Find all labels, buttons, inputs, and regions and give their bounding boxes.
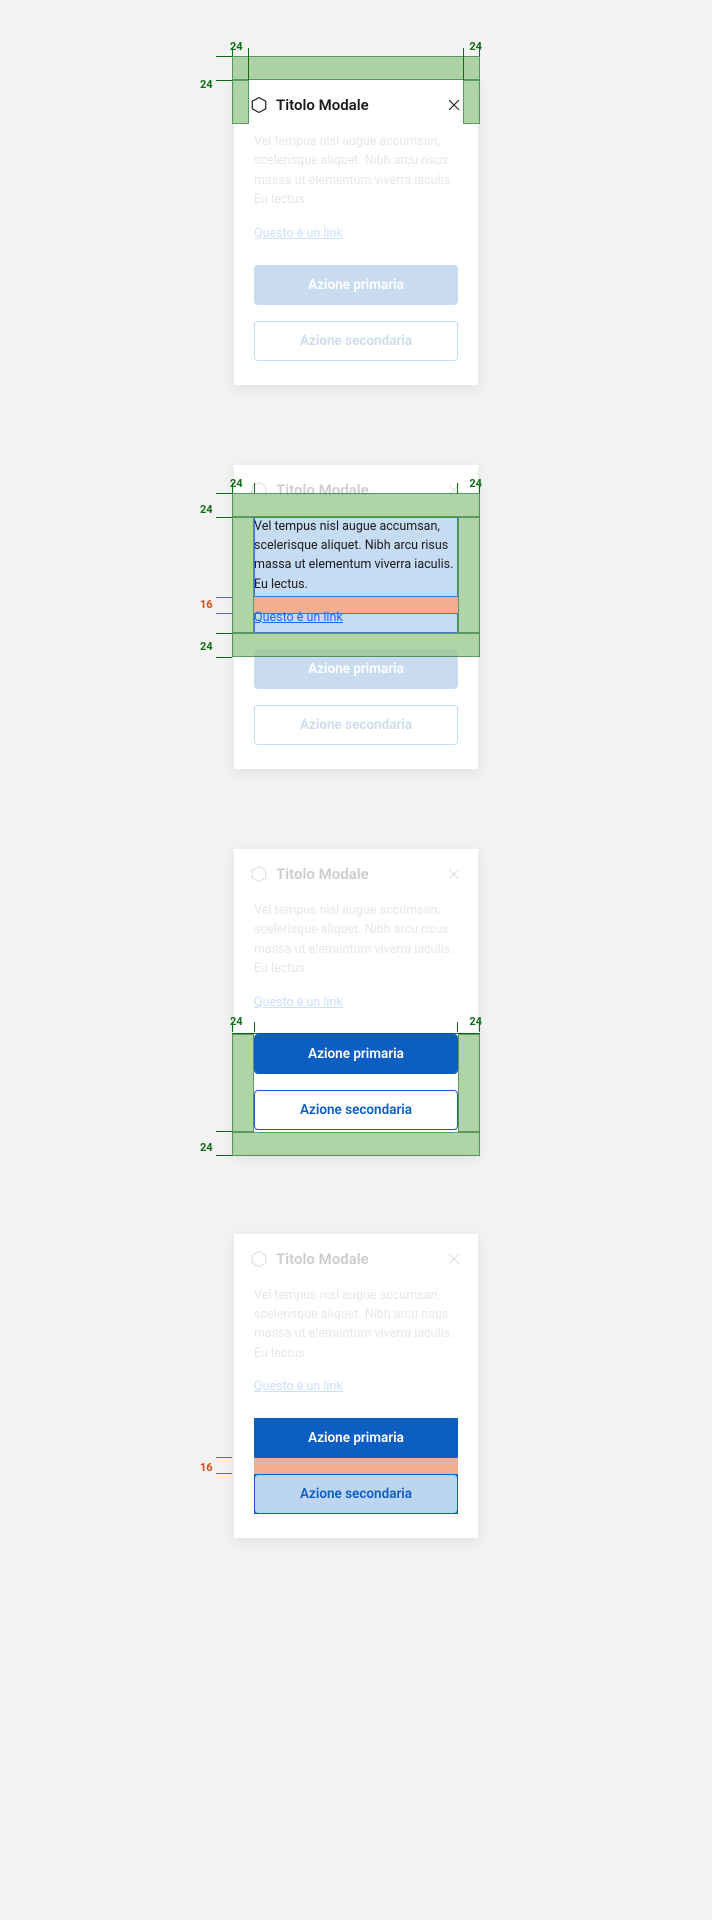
- close-icon[interactable]: [446, 97, 462, 113]
- modal: Titolo Modale Vel tempus nisl augue accu…: [234, 80, 478, 385]
- modal-body-link[interactable]: Questo è un link: [254, 1379, 343, 1394]
- measure-top-left: 24: [230, 40, 243, 53]
- modal: Titolo Modale Vel tempus nisl augue accu…: [234, 849, 478, 1154]
- spec-header-padding: Titolo Modale Vel tempus nisl augue accu…: [234, 80, 478, 385]
- modal: Titolo Modale Vel tempus nisl augue accu…: [234, 465, 478, 770]
- secondary-action-button[interactable]: Azione secondaria: [254, 1090, 458, 1130]
- modal-body-link[interactable]: Questo è un link: [254, 226, 343, 241]
- secondary-action-button[interactable]: Azione secondaria: [254, 1474, 458, 1514]
- modal-actions: Azione primaria Azione secondaria: [234, 241, 478, 385]
- primary-action-button[interactable]: Azione primaria: [254, 1034, 458, 1074]
- close-icon[interactable]: [446, 866, 462, 882]
- measure-left: 24: [200, 78, 213, 91]
- modal-header: Titolo Modale: [234, 849, 478, 893]
- close-icon[interactable]: [446, 1251, 462, 1267]
- modal-body-link[interactable]: Questo è un link: [254, 610, 343, 625]
- modal: Titolo Modale Vel tempus nisl augue accu…: [234, 1234, 478, 1539]
- measure-top: 24: [200, 503, 213, 516]
- measure-bottom: 24: [200, 640, 213, 653]
- modal-title: Titolo Modale: [276, 481, 438, 499]
- modal-body-text: Vel tempus nisl augue accumsan, sceleris…: [254, 517, 458, 595]
- modal-header: Titolo Modale: [234, 465, 478, 509]
- modal-title: Titolo Modale: [276, 96, 438, 114]
- hexagon-icon: [250, 481, 268, 499]
- modal-actions: Azione primaria Azione secondaria: [234, 1394, 478, 1538]
- primary-action-button[interactable]: Azione primaria: [254, 649, 458, 689]
- measure-actions-gap: 16: [200, 1461, 213, 1474]
- modal-body: Vel tempus nisl augue accumsan, sceleris…: [234, 124, 478, 241]
- hexagon-icon: [250, 1250, 268, 1268]
- hexagon-icon: [250, 96, 268, 114]
- modal-actions: Azione primaria Azione secondaria: [234, 1010, 478, 1154]
- primary-action-button[interactable]: Azione primaria: [254, 265, 458, 305]
- modal-body-text: Vel tempus nisl augue accumsan, sceleris…: [254, 901, 458, 979]
- secondary-action-button[interactable]: Azione secondaria: [254, 705, 458, 745]
- modal-header: Titolo Modale: [234, 1234, 478, 1278]
- modal-title: Titolo Modale: [276, 865, 438, 883]
- spec-actions-padding: Titolo Modale Vel tempus nisl augue accu…: [234, 849, 478, 1154]
- modal-body: Vel tempus nisl augue accumsan, sceleris…: [234, 1278, 478, 1395]
- secondary-action-button[interactable]: Azione secondaria: [254, 321, 458, 361]
- modal-body-text: Vel tempus nisl augue accumsan, sceleris…: [254, 132, 458, 210]
- hexagon-icon: [250, 865, 268, 883]
- spec-body-padding: Titolo Modale Vel tempus nisl augue accu…: [234, 465, 478, 770]
- measure-bottom: 24: [200, 1141, 213, 1154]
- measure-top-right: 24: [469, 40, 482, 53]
- modal-body: Vel tempus nisl augue accumsan, sceleris…: [234, 509, 478, 626]
- modal-title: Titolo Modale: [276, 1250, 438, 1268]
- modal-actions: Azione primaria Azione secondaria: [234, 625, 478, 769]
- spec-actions-gap: Titolo Modale Vel tempus nisl augue accu…: [234, 1234, 478, 1539]
- close-icon[interactable]: [446, 482, 462, 498]
- modal-body-text: Vel tempus nisl augue accumsan, sceleris…: [254, 1286, 458, 1364]
- modal-body-link[interactable]: Questo è un link: [254, 995, 343, 1010]
- measure-gap: 16: [200, 598, 213, 611]
- primary-action-button[interactable]: Azione primaria: [254, 1418, 458, 1458]
- modal-header: Titolo Modale: [234, 80, 478, 124]
- modal-body: Vel tempus nisl augue accumsan, sceleris…: [234, 893, 478, 1010]
